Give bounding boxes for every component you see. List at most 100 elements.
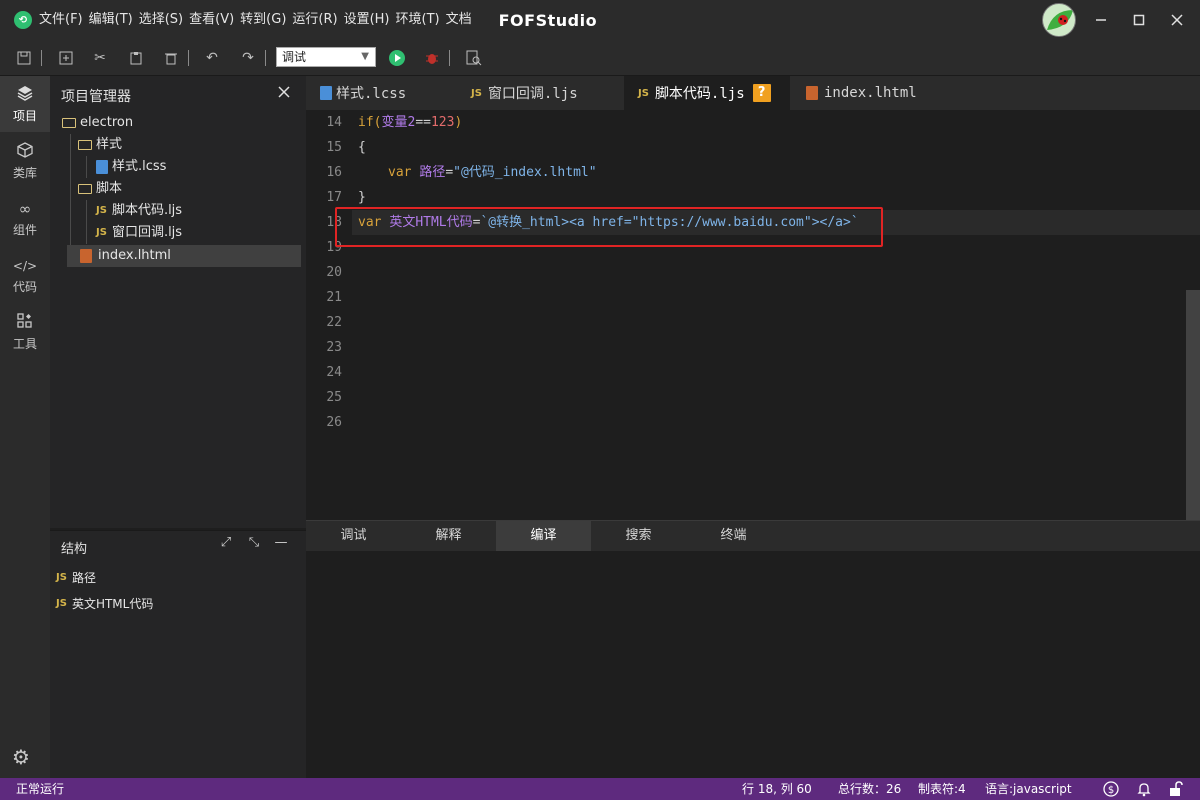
line-number: 16 [326, 165, 342, 180]
structure-item-path[interactable]: JS 路径 [56, 567, 96, 589]
line-number: 25 [326, 390, 342, 405]
tree-file-script-ljs[interactable]: JS 脚本代码.ljs [96, 200, 182, 222]
menu-view[interactable]: 查看(V) [186, 0, 237, 40]
structure-item-label: 英文HTML代码 [71, 597, 154, 611]
bell-icon[interactable] [1136, 778, 1152, 800]
tab-compile[interactable]: 编译 [496, 521, 591, 551]
js-file-icon: JS [638, 87, 649, 99]
activity-project-label: 项目 [12, 108, 37, 123]
tree-label: 窗口回调.ljs [111, 225, 183, 240]
status-tab-size[interactable]: 制表符:4 [918, 778, 966, 800]
explorer-close-button[interactable] [274, 82, 294, 103]
code-editor[interactable]: 14 15 16 17 18 19 20 21 22 23 24 25 26 i… [306, 110, 1200, 520]
tree-file-window-ljs[interactable]: JS 窗口回调.ljs [96, 222, 182, 244]
menu-goto[interactable]: 转到(G) [237, 0, 289, 40]
activity-library[interactable]: 类库 [0, 133, 50, 189]
folder-icon [78, 184, 92, 194]
delete-button[interactable] [161, 48, 181, 68]
status-cursor-position[interactable]: 行 18, 列 60 [742, 778, 812, 800]
app-logo-icon: ⟲ [14, 11, 32, 29]
tab-search[interactable]: 搜索 [591, 521, 686, 551]
expand-all-icon[interactable]: ⤢ [218, 535, 234, 550]
editor-tabs: 样式.lcss JS 窗口回调.ljs JS 脚本代码.ljs ? index.… [306, 76, 1200, 110]
tab-label: 脚本代码.ljs [654, 86, 745, 102]
bottom-panel: 调试 解释 编译 搜索 终端 [306, 520, 1200, 778]
toolbar: ✂ ↶ ↷ [0, 40, 1200, 76]
run-mode-select[interactable]: 调试 ▼ [276, 47, 376, 67]
redo-button[interactable]: ↷ [238, 48, 258, 68]
tree-label: 脚本代码.ljs [111, 203, 183, 218]
save-button[interactable] [14, 48, 34, 68]
editor-scrollbar[interactable] [1186, 290, 1200, 520]
code-line-15: { [358, 140, 366, 155]
find-file-button[interactable] [464, 48, 484, 68]
undo-button[interactable]: ↶ [202, 48, 222, 68]
folder-icon [62, 118, 76, 128]
search-file-icon [466, 50, 482, 66]
activity-tools[interactable]: 工具 [0, 304, 50, 360]
tab-style-lcss[interactable]: 样式.lcss [320, 76, 460, 110]
menu-environment[interactable]: 环境(T) [393, 0, 443, 40]
new-file-button[interactable] [56, 48, 76, 68]
tree-folder-electron[interactable]: electron [62, 112, 133, 134]
dollar-icon[interactable]: $ [1103, 778, 1119, 800]
redo-icon: ↷ [242, 50, 254, 66]
menu-run[interactable]: 运行(R) [289, 0, 340, 40]
paste-button[interactable] [126, 48, 146, 68]
tree-file-index-lhtml[interactable]: index.lhtml [80, 245, 171, 267]
scissors-icon: ✂ [94, 50, 106, 66]
structure-item-label: 路径 [71, 571, 96, 585]
tree-folder-style[interactable]: 样式 [78, 134, 122, 156]
tree-file-style-lcss[interactable]: 样式.lcss [96, 156, 166, 178]
save-icon [17, 51, 31, 65]
code-line-14: if(变量2==123) [358, 115, 463, 130]
js-file-icon: JS [96, 227, 107, 238]
folder-icon [78, 140, 92, 150]
js-file-icon: JS [96, 205, 107, 216]
activity-bar: 项目 类库 ∞ 组件 </> 代码 工具 [0, 76, 50, 778]
close-window-button[interactable] [1154, 0, 1200, 40]
code-icon: </> [12, 258, 38, 273]
tree-label: 脚本 [96, 181, 123, 196]
menu-docs[interactable]: 文档 [443, 0, 475, 40]
html-file-icon [80, 249, 92, 263]
tab-label: 样式.lcss [336, 86, 407, 102]
tab-index-lhtml[interactable]: index.lhtml [806, 76, 956, 110]
menu-file[interactable]: 文件(F) [36, 0, 86, 40]
line-number: 14 [326, 115, 342, 130]
new-file-icon [59, 51, 73, 65]
debug-button[interactable] [422, 48, 442, 68]
tree-folder-script[interactable]: 脚本 [78, 178, 122, 200]
activity-components[interactable]: ∞ 组件 [0, 190, 50, 246]
status-language[interactable]: 语言:javascript [985, 778, 1072, 800]
minimize-panel-icon[interactable]: — [273, 535, 289, 550]
js-variable-icon: JS [56, 572, 67, 583]
menu-edit[interactable]: 编辑(T) [86, 0, 136, 40]
tab-script-ljs[interactable]: JS 脚本代码.ljs ? [624, 76, 790, 110]
activity-code[interactable]: </> 代码 [0, 247, 50, 303]
code-line-16: var 路径="@代码_index.lhtml" [388, 165, 597, 180]
tab-debug[interactable]: 调试 [306, 521, 401, 551]
structure-item-html-code[interactable]: JS 英文HTML代码 [56, 593, 153, 615]
tab-label: index.lhtml [824, 85, 917, 101]
unsaved-badge[interactable]: ? [752, 84, 771, 102]
settings-gear-icon[interactable]: ⚙ [10, 746, 32, 768]
tab-interpret[interactable]: 解释 [401, 521, 496, 551]
avatar[interactable] [1042, 3, 1076, 37]
close-icon [278, 86, 290, 98]
layers-icon [17, 85, 33, 105]
tab-terminal[interactable]: 终端 [686, 521, 781, 551]
unlock-icon[interactable] [1168, 778, 1184, 800]
tree-label: index.lhtml [98, 248, 171, 263]
menu-settings[interactable]: 设置(H) [341, 0, 393, 40]
collapse-all-icon[interactable]: ⤡ [246, 535, 262, 550]
line-number: 24 [326, 365, 342, 380]
cut-button[interactable]: ✂ [90, 48, 110, 68]
run-button[interactable] [387, 48, 407, 68]
close-icon [1171, 14, 1183, 26]
activity-project[interactable]: 项目 [0, 76, 50, 132]
title-bar: ⟲ 文件(F) 编辑(T) 选择(S) 查看(V) 转到(G) 运行(R) 设置… [0, 0, 1200, 40]
ladybug-avatar-icon [1047, 10, 1073, 30]
menu-select[interactable]: 选择(S) [136, 0, 186, 40]
tab-window-ljs[interactable]: JS 窗口回调.ljs [471, 76, 621, 110]
